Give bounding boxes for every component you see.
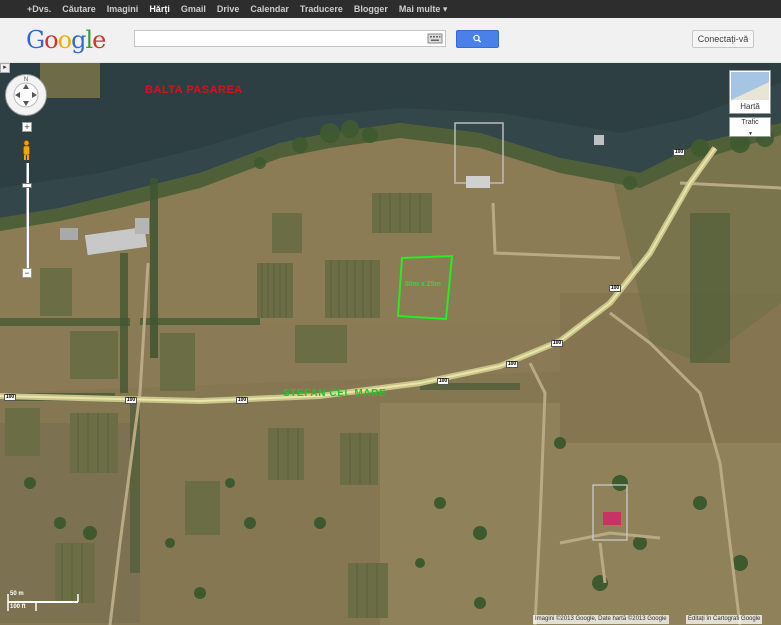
nav-link-drive[interactable]: Drive: [217, 4, 240, 14]
collapse-panel-button[interactable]: ▸: [0, 63, 10, 73]
pegman-icon: [23, 140, 30, 160]
top-navigation-bar: +Dvs. Căutare Imagini Hărți Gmail Drive …: [0, 0, 781, 18]
road-shield: 100: [4, 394, 16, 401]
road-shield: 100: [437, 378, 449, 385]
chevron-down-icon: ▼: [748, 131, 753, 137]
nav-link-more[interactable]: Mai multe ▾: [399, 4, 448, 15]
logo-letter: o: [57, 26, 72, 54]
pan-control[interactable]: N: [5, 74, 47, 116]
edit-in-map-maker-link[interactable]: Editați în Cartografi Google: [686, 615, 763, 624]
map-thumbnail-icon: [731, 72, 769, 100]
zoom-slider-track: [26, 163, 29, 275]
zoom-in-button[interactable]: +: [22, 122, 32, 132]
logo-letter: g: [71, 26, 86, 54]
scale-metric-label: 50 m: [10, 591, 24, 597]
nav-link-blogger[interactable]: Blogger: [354, 4, 388, 14]
traffic-label: Trafic: [741, 119, 759, 126]
search-button[interactable]: [456, 30, 499, 48]
nav-link-profile[interactable]: +Dvs.: [27, 4, 51, 14]
scale-bar: 50 m 100 ft: [6, 591, 80, 613]
pegman-button[interactable]: [20, 139, 33, 163]
nav-link-search[interactable]: Căutare: [62, 4, 96, 14]
road-shield: 100: [125, 397, 137, 404]
pan-control-icon: N: [13, 77, 39, 108]
satellite-imagery: [0, 63, 781, 625]
road-shield: 100: [673, 149, 685, 156]
keyboard-icon: [427, 33, 443, 44]
zoom-slider-thumb[interactable]: [22, 183, 32, 188]
scale-imperial-label: 100 ft: [10, 604, 26, 610]
road-shield: 100: [609, 285, 621, 292]
satellite-map[interactable]: ▸ BALTA PASAREA STEFAN CEL MARE 80m x 25…: [0, 63, 781, 625]
zoom-out-button[interactable]: −: [22, 268, 32, 278]
top-nav-links: +Dvs. Căutare Imagini Hărți Gmail Drive …: [0, 0, 458, 18]
keyboard-button[interactable]: [427, 31, 445, 46]
logo-letter: o: [44, 26, 58, 54]
map-type-label: Hartă: [740, 102, 760, 111]
street-label: STEFAN CEL MARE: [283, 388, 387, 399]
nav-link-maps[interactable]: Hărți: [149, 4, 170, 14]
logo-letter: e: [92, 26, 106, 54]
road-shield: 100: [506, 361, 518, 368]
svg-text:N: N: [24, 77, 28, 83]
header: Google Conectați-vă: [0, 18, 781, 63]
search-icon: [473, 34, 482, 43]
nav-link-gmail[interactable]: Gmail: [181, 4, 206, 14]
map-type-button[interactable]: Hartă: [729, 70, 771, 114]
plot-dimensions-label: 80m x 25m: [405, 281, 441, 288]
road-shield: 100: [236, 397, 248, 404]
map-attribution: Imagini ©2013 Google, Date hartă ©2013 G…: [533, 615, 669, 624]
search-input[interactable]: [134, 30, 446, 47]
nav-link-images[interactable]: Imagini: [107, 4, 139, 14]
logo-letter: G: [26, 26, 45, 54]
zoom-slider[interactable]: [22, 163, 32, 275]
nav-link-calendar[interactable]: Calendar: [250, 4, 289, 14]
nav-link-translate[interactable]: Traducere: [300, 4, 343, 14]
google-logo[interactable]: Google: [26, 26, 106, 54]
traffic-button[interactable]: Trafic ▼: [729, 117, 771, 137]
map-type-thumbnail: [731, 72, 769, 100]
road-shield: 100: [551, 340, 563, 347]
lake-label: BALTA PASAREA: [145, 84, 243, 96]
sign-in-button[interactable]: Conectați-vă: [692, 30, 754, 48]
